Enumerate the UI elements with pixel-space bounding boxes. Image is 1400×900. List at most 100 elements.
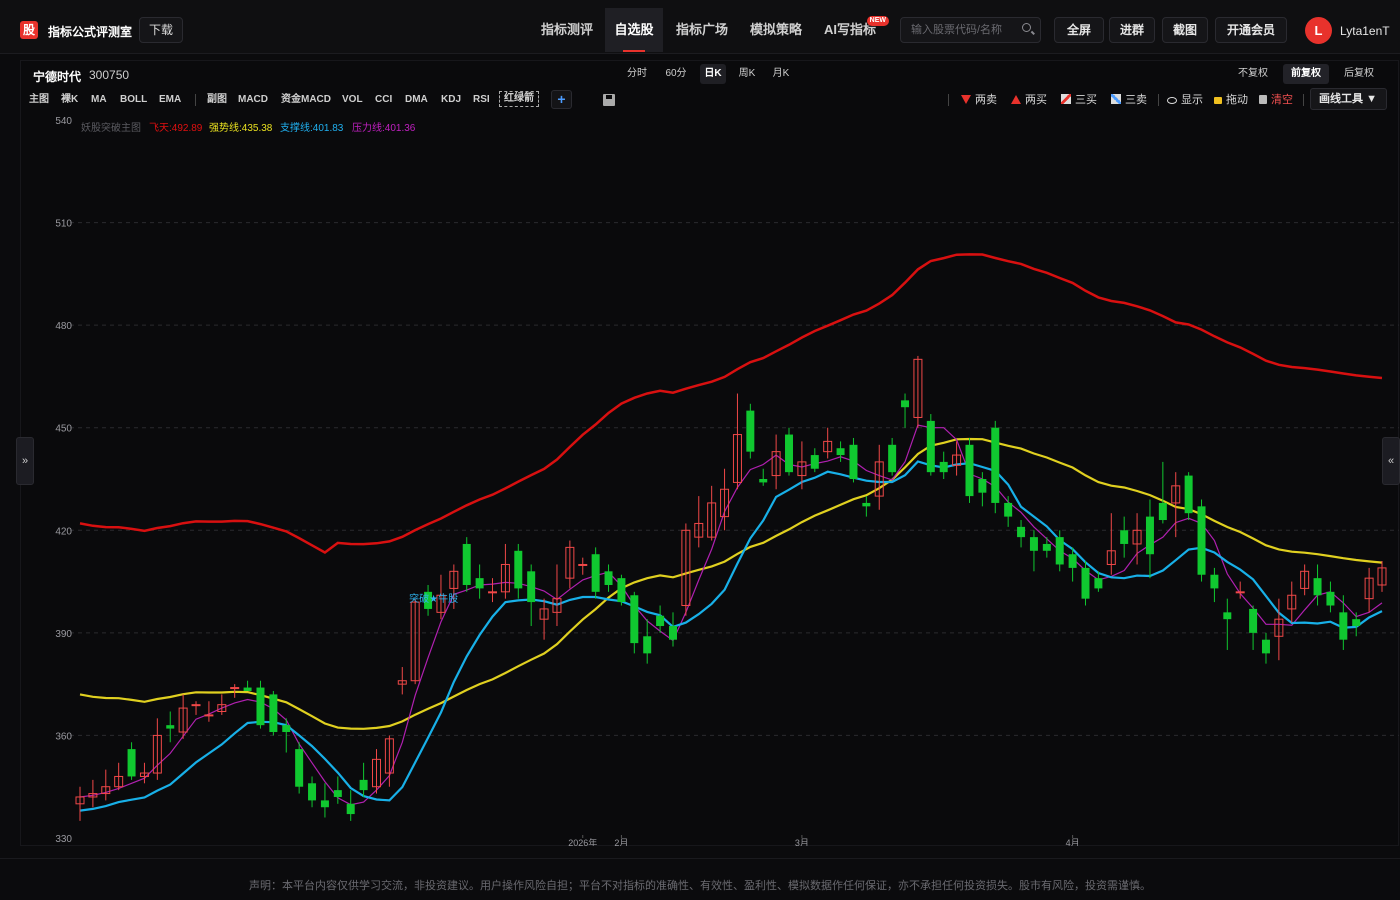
nav-label: 指标广场 — [675, 22, 728, 37]
candle-body-up — [578, 563, 588, 566]
save-icon[interactable] — [603, 94, 615, 106]
candle-body-down — [282, 725, 291, 733]
draw-two-sell[interactable]: 两卖 — [961, 93, 997, 107]
avatar[interactable]: L — [1305, 17, 1332, 44]
indicator-naked-k[interactable]: 裸K — [61, 92, 78, 108]
caret-down-icon: ▼ — [1366, 93, 1377, 105]
draw-drag[interactable]: 拖动 — [1214, 93, 1248, 107]
indicator-ema[interactable]: EMA — [159, 92, 181, 108]
y-tick-label: 450 — [55, 424, 72, 435]
candle-body-down — [1055, 537, 1064, 565]
y-tick-label: 420 — [55, 526, 72, 537]
adjust-backward[interactable]: 后复权 — [1338, 64, 1380, 84]
period-daily[interactable]: 日K — [700, 64, 726, 84]
candle-body-down — [991, 427, 1000, 503]
indicator-macd[interactable]: MACD — [238, 92, 268, 108]
line-draw-icon — [1111, 94, 1121, 104]
draw-two-buy[interactable]: 两买 — [1011, 93, 1047, 107]
draw-label: 两卖 — [975, 94, 997, 106]
candle-body-down — [978, 479, 987, 493]
nav-ai-indicator[interactable]: AI写指标 NEW — [815, 8, 889, 52]
join-group-button[interactable]: 进群 — [1109, 17, 1155, 43]
candle-body-down — [668, 626, 677, 640]
candle-body-down — [346, 803, 355, 815]
candle-body-down — [1042, 543, 1051, 551]
y-tick-label: 330 — [55, 834, 72, 845]
draw-label: 三买 — [1075, 94, 1097, 106]
candle-body-down — [333, 790, 342, 797]
period-60min[interactable]: 60分 — [660, 64, 692, 84]
nav-watchlist[interactable]: 自选股 — [605, 8, 663, 52]
candle-body-down — [295, 749, 304, 787]
indicator-boll[interactable]: BOLL — [120, 92, 147, 108]
indicator-fund-macd[interactable]: 资金MACD — [281, 92, 331, 108]
nav-label: 自选股 — [614, 22, 654, 37]
search-icon[interactable] — [1022, 23, 1031, 32]
period-weekly[interactable]: 周K — [733, 64, 761, 84]
draw-three-sell[interactable]: 三卖 — [1111, 93, 1147, 107]
screenshot-button[interactable]: 截图 — [1162, 17, 1208, 43]
indicator-rsi[interactable]: RSI — [473, 92, 490, 108]
candle-body-up — [191, 704, 201, 707]
stock-search[interactable] — [900, 17, 1041, 43]
draw-three-buy[interactable]: 三买 — [1061, 93, 1097, 107]
vip-button[interactable]: 开通会员 — [1215, 17, 1287, 43]
candle-body-down — [1120, 530, 1129, 544]
indicator-dma[interactable]: DMA — [405, 92, 428, 108]
lock-icon — [1214, 97, 1222, 104]
candle-body-down — [849, 444, 858, 479]
candle-body-down — [1158, 502, 1167, 521]
download-button[interactable]: 下载 — [139, 17, 183, 43]
toolbar-divider — [195, 94, 196, 106]
candle-body-down — [1081, 567, 1090, 599]
nav-indicator-review[interactable]: 指标测评 — [532, 8, 602, 52]
toolbar-divider — [948, 94, 949, 106]
candle-body-down — [1145, 516, 1154, 555]
indicator-vol[interactable]: VOL — [342, 92, 363, 108]
y-tick-label: 390 — [55, 629, 72, 640]
candle-body-down — [1261, 639, 1270, 654]
expand-right-icon[interactable]: « — [1382, 437, 1400, 485]
candle-body-down — [591, 554, 600, 592]
nav-sim-strategy[interactable]: 模拟策略 — [741, 8, 811, 52]
candle-body-down — [1094, 578, 1103, 589]
new-badge: NEW — [866, 16, 889, 26]
username[interactable]: Lyta1enT — [1340, 24, 1390, 38]
indicator-kdj[interactable]: KDJ — [441, 92, 461, 108]
candle-body-down — [785, 434, 794, 473]
candle-body-down — [604, 571, 613, 585]
draw-label: 两买 — [1025, 94, 1047, 106]
adjust-forward[interactable]: 前复权 — [1283, 64, 1329, 84]
nav-indicator-square[interactable]: 指标广场 — [667, 8, 737, 52]
indicator-cci[interactable]: CCI — [375, 92, 392, 108]
draw-clear[interactable]: 清空 — [1259, 93, 1293, 107]
adjust-none[interactable]: 不复权 — [1232, 64, 1274, 84]
period-monthly[interactable]: 月K — [767, 64, 795, 84]
draw-show[interactable]: 显示 — [1167, 93, 1203, 107]
candle-body-up — [230, 687, 240, 690]
candle-body-down — [901, 400, 910, 408]
candle-body-down — [1326, 591, 1335, 606]
candle-body-down — [308, 783, 317, 801]
stock-name: 宁德时代 — [33, 70, 82, 84]
candle-body-down — [746, 410, 755, 452]
search-input[interactable] — [911, 22, 1016, 38]
indicator-red-green-arrow[interactable]: 红绿箭 — [499, 91, 539, 107]
kline-chart[interactable]: 540 510 480 450 420 390 360 330 2026年 2月 3月 4月 突破★牛股 — [20, 110, 1399, 846]
candle-body-up — [488, 591, 498, 594]
fullscreen-button[interactable]: 全屏 — [1054, 17, 1104, 43]
candle-body-down — [926, 420, 935, 473]
candle-body-down — [1249, 608, 1258, 633]
add-indicator-button[interactable]: + — [551, 90, 572, 109]
period-intraday[interactable]: 分时 — [622, 64, 652, 84]
candle-body-up — [1235, 591, 1245, 594]
candle-body-down — [359, 779, 368, 791]
draw-tools-dropdown[interactable]: 画线工具 ▼ — [1310, 88, 1387, 110]
triangle-up-icon — [1011, 95, 1021, 104]
sub-chart-label: 副图 — [207, 94, 227, 105]
candle-body-down — [1068, 554, 1077, 568]
candle-body-down — [1223, 612, 1232, 620]
expand-left-icon[interactable]: » — [16, 437, 34, 485]
indicator-ma[interactable]: MA — [91, 92, 107, 108]
candle-body-down — [836, 448, 845, 456]
